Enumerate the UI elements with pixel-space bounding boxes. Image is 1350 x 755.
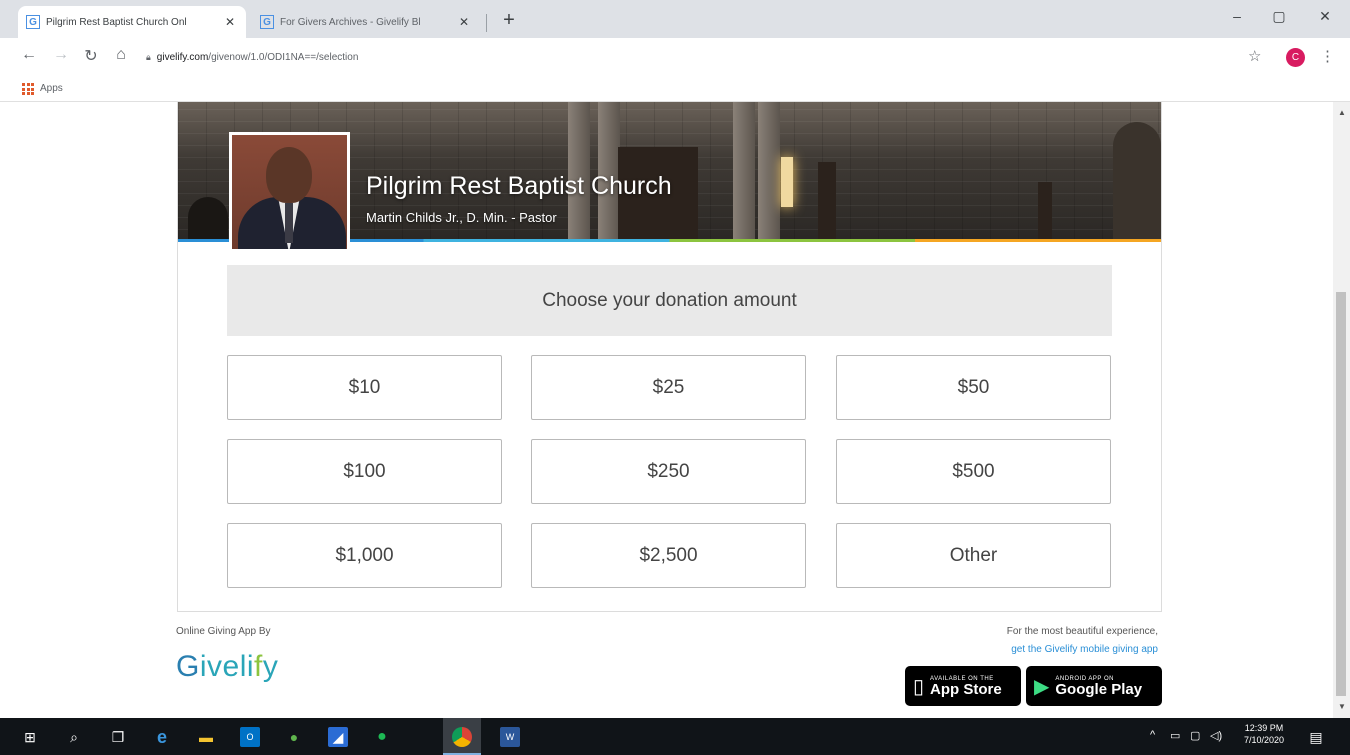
new-tab-button[interactable]: + (497, 9, 521, 32)
wall-lamp (781, 157, 793, 207)
bookmark-star-icon[interactable]: ☆ (1248, 47, 1261, 65)
tab-title: Pilgrim Rest Baptist Church Onl (46, 16, 187, 28)
amount-button-1000[interactable]: $1,000 (227, 523, 502, 588)
church-name: Pilgrim Rest Baptist Church (366, 172, 672, 200)
forward-arrow-icon[interactable]: → (50, 46, 72, 64)
window-slit (1038, 182, 1052, 242)
search-icon[interactable]: ⌕ (64, 727, 84, 747)
scroll-thumb[interactable] (1336, 292, 1346, 696)
phone-icon: ▯ (913, 675, 925, 698)
scroll-up-arrow-icon[interactable]: ▲ (1338, 108, 1346, 117)
menu-kebab-icon[interactable]: ⋮ (1320, 47, 1335, 65)
browser-toolbar: ← → ↻ ⌂ 🔒︎ givelify.com /givenow/1.0/ODI… (0, 38, 1350, 76)
arch-window (188, 197, 228, 242)
pastor-portrait (229, 132, 350, 252)
mobile-app-pitch: For the most beautiful experience, (1006, 626, 1158, 637)
portrait-head (266, 147, 312, 203)
amount-button-250[interactable]: $250 (531, 439, 806, 504)
donation-prompt: Choose your donation amount (227, 265, 1112, 336)
close-window-button[interactable]: ✕ (1310, 8, 1340, 25)
givelify-favicon-icon: G (26, 15, 40, 29)
edge-browser-icon[interactable]: e (152, 727, 172, 747)
volume-icon[interactable]: ◁) (1210, 729, 1222, 742)
maximize-button[interactable]: ▢ (1264, 8, 1294, 25)
minimize-button[interactable]: – (1222, 8, 1252, 24)
giving-card: Pilgrim Rest Baptist Church Martin Child… (177, 102, 1162, 612)
givelify-logo[interactable]: Givelify (176, 650, 278, 684)
url-path: /givenow/1.0/ODI1NA==/selection (208, 51, 359, 63)
network-icon[interactable]: ▢ (1190, 729, 1200, 742)
notifications-icon[interactable]: ▤ (1306, 727, 1326, 747)
file-explorer-icon[interactable]: ▬ (196, 727, 216, 747)
profile-avatar[interactable]: C (1286, 48, 1305, 67)
arch-doorway (1113, 122, 1161, 242)
home-icon[interactable]: ⌂ (110, 46, 132, 64)
givelify-favicon-icon: G (260, 15, 274, 29)
amount-button-100[interactable]: $100 (227, 439, 502, 504)
play-triangle-icon: ▶ (1034, 675, 1050, 698)
online-giving-label: Online Giving App By (176, 626, 271, 637)
word-icon[interactable]: W (500, 727, 520, 747)
google-play-label: Google Play (1055, 680, 1143, 698)
pillar (733, 102, 755, 242)
window-slit (818, 162, 836, 242)
app-store-button[interactable]: ▯ AVAILABLE ON THE App Store (905, 666, 1021, 706)
blue-app-icon[interactable]: ◢ (328, 727, 348, 747)
battery-icon[interactable]: ▭ (1170, 729, 1180, 742)
logo-letter-y: y (262, 650, 279, 683)
system-clock[interactable]: 12:39 PM 7/10/2020 (1236, 723, 1292, 746)
outlook-icon[interactable]: O (240, 727, 260, 747)
tab-divider (486, 14, 487, 32)
tab-title: For Givers Archives - Givelify Bl (280, 16, 421, 28)
logo-letters-li: li (239, 650, 255, 683)
pastor-name: Martin Childs Jr., D. Min. - Pastor (366, 210, 557, 225)
back-arrow-icon[interactable]: ← (18, 46, 40, 64)
page-viewport: Pilgrim Rest Baptist Church Martin Child… (0, 102, 1350, 718)
scroll-down-arrow-icon[interactable]: ▼ (1338, 702, 1346, 711)
logo-letters-ive: ive (199, 650, 240, 683)
amount-button-25[interactable]: $25 (531, 355, 806, 420)
apps-bookmark[interactable]: Apps (40, 83, 63, 94)
tab-close-icon[interactable]: ✕ (456, 15, 472, 29)
windows-taskbar: ⊞ ⌕ ❐ e ▬ O ● ◢ ● W ^ ▭ ▢ ◁) 12:39 PM 7/… (0, 718, 1350, 755)
amount-button-50[interactable]: $50 (836, 355, 1111, 420)
tab-givers-archives[interactable]: G For Givers Archives - Givelify Bl ✕ (252, 6, 480, 38)
tray-chevron-icon[interactable]: ^ (1150, 729, 1155, 741)
reload-icon[interactable]: ↻ (80, 46, 102, 66)
app-store-label: App Store (930, 680, 1002, 698)
amount-button-2500[interactable]: $2,500 (531, 523, 806, 588)
url-domain: givelify.com (156, 51, 209, 63)
pillar (758, 102, 780, 242)
tab-close-icon[interactable]: ✕ (222, 15, 238, 29)
lock-icon: 🔒︎ (146, 51, 151, 62)
clock-date: 7/10/2020 (1243, 734, 1285, 745)
chrome-icon[interactable] (452, 727, 472, 747)
spotify-icon[interactable]: ● (372, 727, 392, 747)
portrait-tie (285, 203, 293, 243)
logo-letter-g: G (176, 650, 200, 683)
amount-button-500[interactable]: $500 (836, 439, 1111, 504)
amount-button-other[interactable]: Other (836, 523, 1111, 588)
task-view-icon[interactable]: ❐ (108, 727, 128, 747)
google-play-button[interactable]: ▶ ANDROID APP ON Google Play (1026, 666, 1162, 706)
clock-time: 12:39 PM (1244, 723, 1284, 733)
apps-grid-icon[interactable] (22, 83, 34, 95)
address-bar[interactable]: 🔒︎ givelify.com /givenow/1.0/ODI1NA==/se… (146, 44, 1276, 70)
windows-start-icon[interactable]: ⊞ (20, 727, 40, 747)
page-scrollbar[interactable]: ▲ ▼ (1333, 102, 1350, 718)
get-app-link[interactable]: get the Givelify mobile giving app (900, 644, 1158, 655)
tab-pilgrim-rest[interactable]: G Pilgrim Rest Baptist Church Onl ✕ (18, 6, 246, 38)
bookmarks-bar: Apps (0, 76, 1350, 102)
green-app-icon[interactable]: ● (284, 727, 304, 747)
logo-letter-f: f (254, 650, 263, 683)
browser-tab-strip: G Pilgrim Rest Baptist Church Onl ✕ G Fo… (0, 0, 1350, 38)
amount-button-10[interactable]: $10 (227, 355, 502, 420)
